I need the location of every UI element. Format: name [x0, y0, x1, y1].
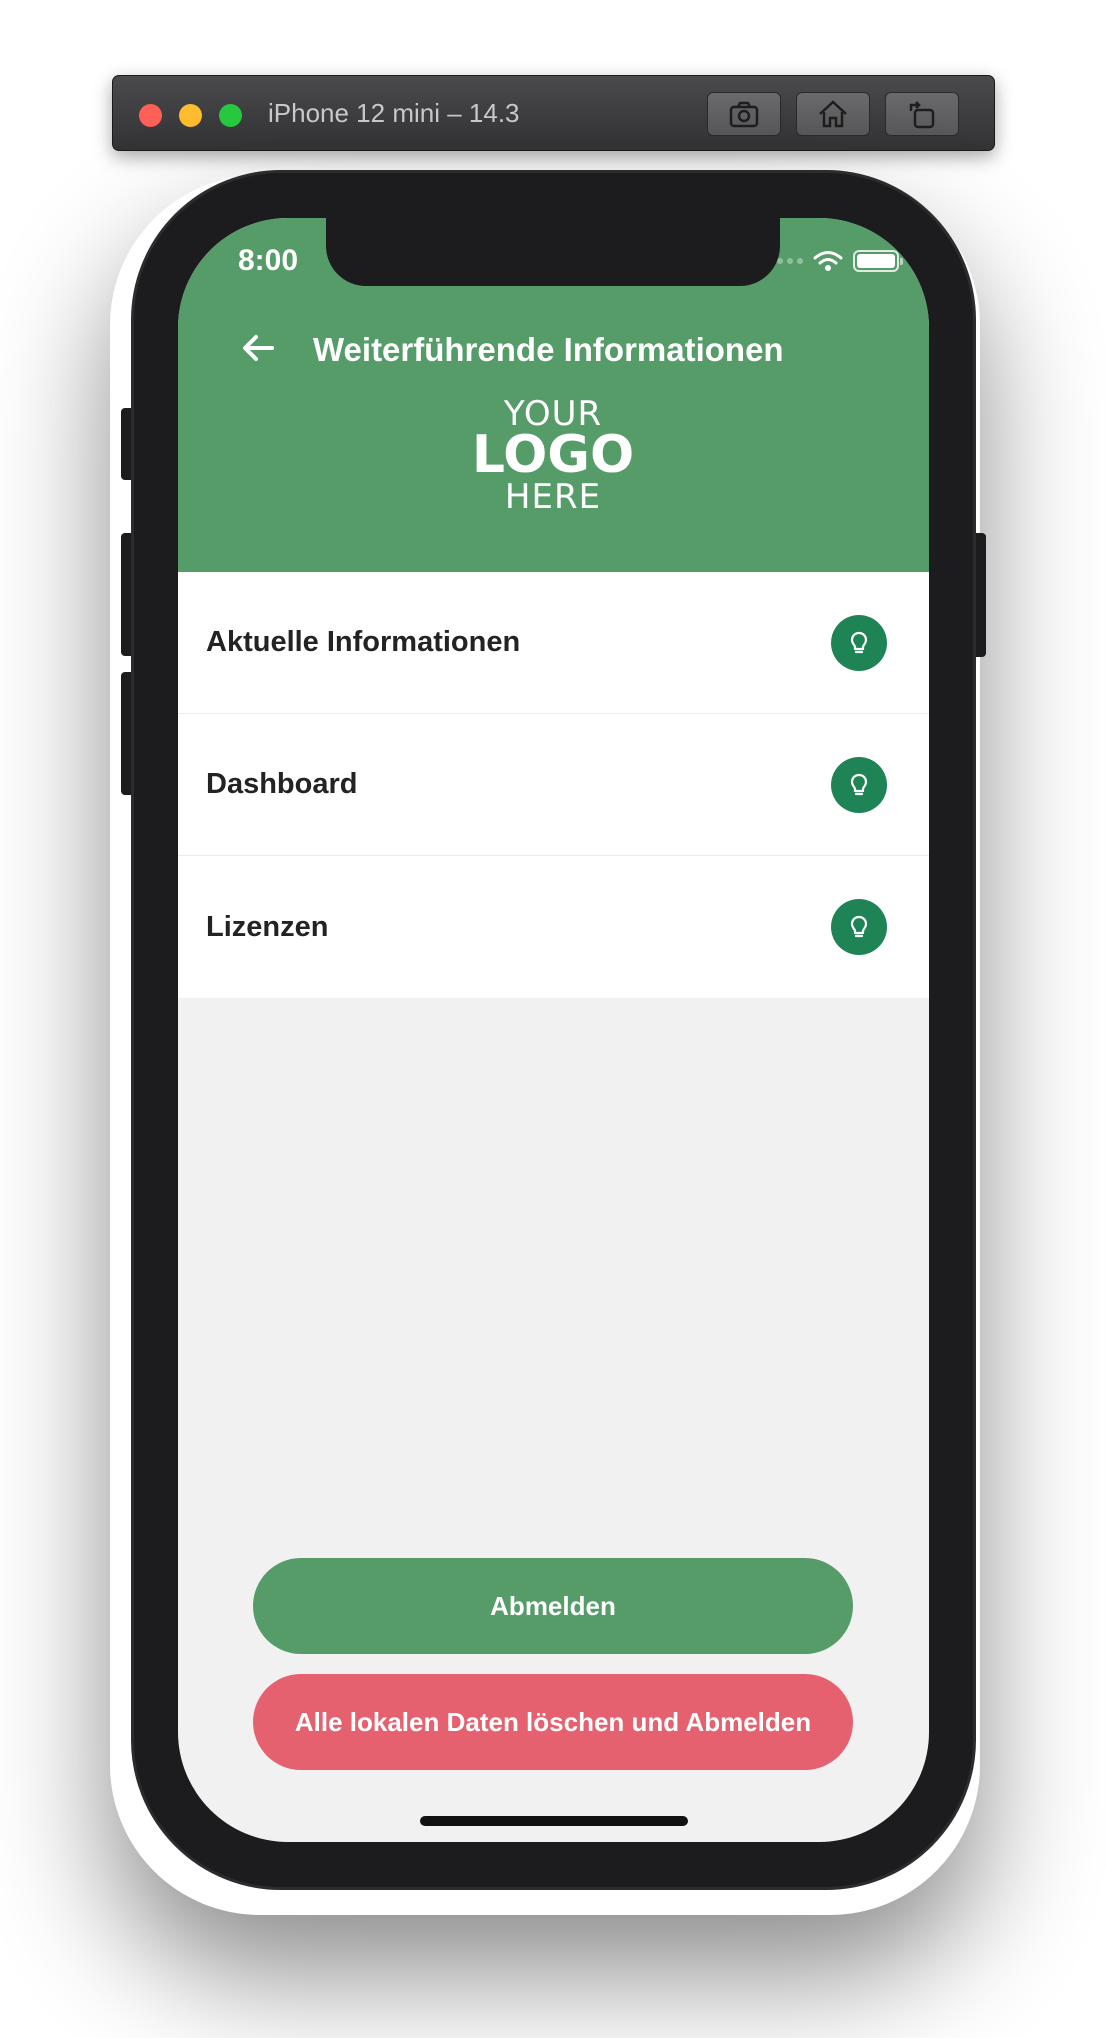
logo-line-2: LOGO	[471, 425, 635, 485]
info-list: Aktuelle Informationen Dashboard Lizenze…	[178, 572, 929, 998]
list-item-label: Dashboard	[206, 768, 358, 800]
battery-icon	[853, 250, 903, 272]
logout-button[interactable]: Abmelden	[253, 1558, 853, 1654]
list-item-aktuelle-informationen[interactable]: Aktuelle Informationen	[178, 572, 929, 714]
list-item-dashboard[interactable]: Dashboard	[178, 714, 929, 856]
list-item-label: Aktuelle Informationen	[206, 626, 521, 658]
app-logo: YOUR LOGO HERE	[463, 396, 643, 516]
home-icon	[819, 100, 847, 128]
lightbulb-icon	[831, 614, 887, 671]
status-time: 8:00	[238, 244, 299, 277]
status-indicators	[767, 250, 903, 272]
zoom-window-button[interactable]	[219, 104, 242, 127]
list-item-lizenzen[interactable]: Lizenzen	[178, 856, 929, 998]
delete-data-logout-button[interactable]: Alle lokalen Daten löschen und Abmelden	[253, 1674, 853, 1770]
back-button[interactable]	[238, 328, 278, 368]
page-title: Weiterführende Informationen	[313, 331, 784, 368]
rotate-button[interactable]	[885, 92, 959, 136]
minimize-window-button[interactable]	[179, 104, 202, 127]
arrow-left-icon	[243, 335, 274, 361]
lightbulb-icon	[831, 756, 887, 813]
screenshot-icon	[729, 101, 759, 128]
lightbulb-icon	[831, 899, 887, 955]
phone-notch	[326, 218, 780, 286]
list-item-label: Lizenzen	[206, 910, 329, 943]
screenshot-button[interactable]	[707, 92, 781, 136]
rotate-icon	[909, 101, 935, 129]
simulator-title-bar: iPhone 12 mini – 14.3	[112, 75, 995, 151]
wifi-icon	[813, 250, 843, 272]
simulator-title: iPhone 12 mini – 14.3	[268, 98, 520, 128]
home-button[interactable]	[796, 92, 870, 136]
phone-screen: 8:00 Weiterführende Informationen YOUR L…	[178, 218, 929, 1842]
home-indicator[interactable]	[420, 1816, 688, 1826]
close-window-button[interactable]	[139, 104, 162, 127]
